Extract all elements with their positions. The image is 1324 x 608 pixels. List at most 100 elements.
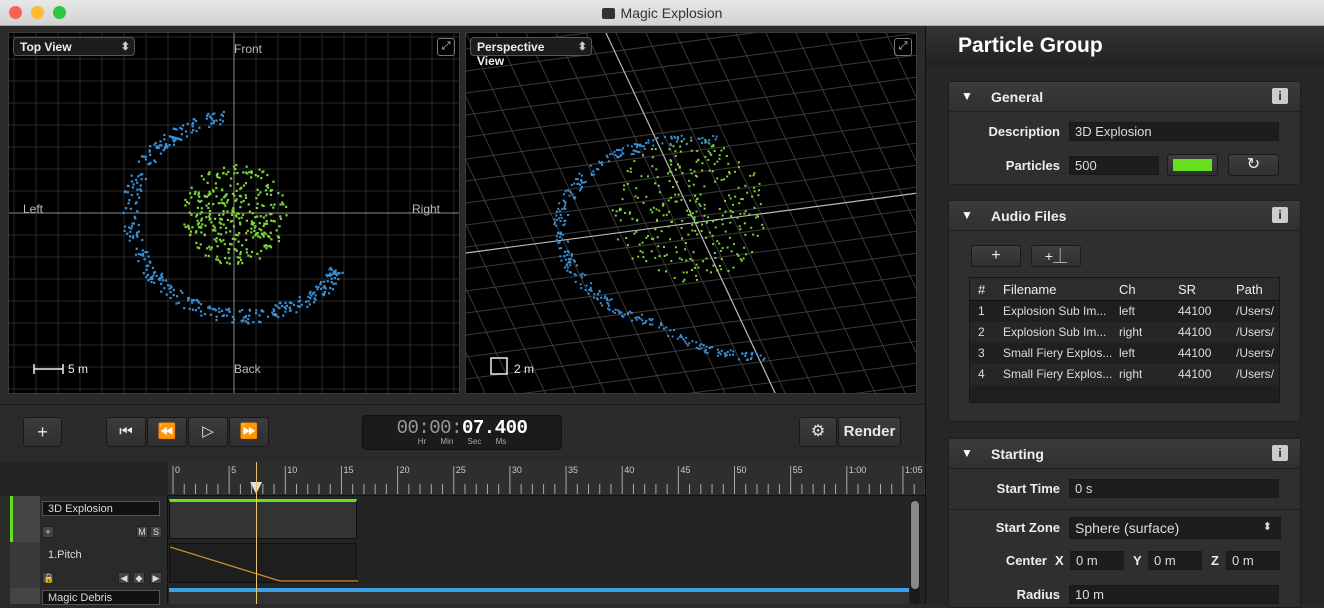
general-header[interactable]: ▼ General i [949, 82, 1300, 112]
ruler-tick-label: 45 [680, 465, 691, 475]
add-audio-channel-button[interactable]: +⏊ [1031, 245, 1081, 267]
particles-field[interactable]: 500 [1069, 156, 1159, 175]
next-keyframe-icon[interactable]: ▶ [150, 572, 162, 584]
description-label: Description [988, 124, 1060, 139]
center-y-label: Y [1133, 553, 1142, 568]
perspective-view-selector[interactable]: Perspective View [470, 37, 592, 68]
particle-color-swatch[interactable] [1167, 154, 1218, 176]
column-header-filename[interactable]: Filename [1003, 282, 1056, 297]
disclosure-triangle-icon[interactable]: ▼ [961, 208, 973, 222]
add-lane-button[interactable]: + [42, 526, 54, 538]
column-header-channel[interactable]: Ch [1119, 282, 1136, 297]
select-arrows-icon: ⬍ [1262, 521, 1272, 533]
table-row[interactable]: 3 Small Fiery Explos... left 44100/Users/ [970, 343, 1279, 364]
ruler-tick-label: 50 [736, 465, 747, 475]
timeline: 0 5 10 15 20 25 30 35 40 45 50 55 1:00 1:05 3D Explos… [0, 462, 925, 605]
table-cell: 3 [978, 346, 985, 360]
table-cell: 44100 [1178, 346, 1212, 360]
info-icon[interactable]: i [1272, 88, 1288, 104]
vertical-scrollbar[interactable] [910, 500, 920, 604]
region-3d-explosion[interactable] [169, 499, 357, 539]
table-row[interactable]: 4 Small Fiery Explos... right 44100/Users/ [970, 364, 1279, 385]
rewind-to-start-button[interactable]: ⏮ [106, 417, 146, 447]
starting-header[interactable]: ▼ Starting i [949, 439, 1300, 469]
add-keyframe-icon[interactable]: ◆ [133, 572, 145, 584]
disclosure-triangle-icon[interactable]: ▼ [961, 89, 973, 103]
ruler-tick-label: 1:00 [848, 465, 867, 475]
pitch-automation-lane[interactable] [169, 543, 358, 583]
time-ruler[interactable]: 0 5 10 15 20 25 30 35 40 45 50 55 1:00 1:05 [168, 462, 925, 496]
table-cell: left [1119, 346, 1136, 360]
table-cell: Explosion Sub Im... [1003, 304, 1107, 318]
center-x-label: X [1055, 553, 1064, 568]
region-magic-debris[interactable] [169, 588, 909, 604]
right-label: Right [412, 202, 441, 216]
add-button[interactable]: + [23, 417, 62, 447]
track-name-magic-debris[interactable]: Magic Debris [42, 590, 160, 605]
track-name-3d-explosion[interactable]: 3D Explosion [42, 501, 160, 516]
window-title: Magic Explosion [0, 5, 1324, 21]
table-cell: Explosion Sub Im... [1003, 325, 1107, 339]
lock-icon[interactable]: 🔒 [42, 572, 54, 584]
render-button[interactable]: Render [838, 417, 901, 447]
radius-field[interactable]: 10 m [1069, 585, 1279, 604]
start-zone-label: Start Zone [995, 520, 1060, 535]
previous-keyframe-icon[interactable]: ◀ [118, 572, 130, 584]
timecode-display: 00:00:07.400 Hr Min Sec Ms [362, 415, 562, 450]
ruler-tick-label: 15 [343, 465, 354, 475]
column-header-path[interactable]: Path [1236, 282, 1263, 297]
play-button[interactable]: ▷ [188, 417, 228, 447]
table-cell: 44100 [1178, 367, 1212, 381]
center-y-field[interactable]: 0 m [1148, 551, 1202, 570]
table-row[interactable]: 2 Explosion Sub Im... right 44100/Users/ [970, 322, 1279, 343]
back-label: Back [234, 362, 261, 376]
ruler-tick-label: 40 [624, 465, 635, 475]
ruler-tick-label: 30 [511, 465, 522, 475]
maximize-top-view-icon[interactable]: ⤢ [437, 38, 455, 56]
add-audio-file-button[interactable]: + [971, 245, 1021, 267]
solo-button[interactable]: S [150, 526, 162, 538]
table-cell: right [1119, 367, 1143, 381]
ruler-tick-label: 10 [287, 465, 298, 475]
disclosure-triangle-icon[interactable]: ▼ [961, 446, 973, 460]
front-label: Front [234, 42, 263, 56]
table-cell: left [1119, 304, 1136, 318]
perspective-view-canvas [466, 33, 916, 393]
maximize-perspective-view-icon[interactable]: ⤢ [894, 38, 912, 56]
center-x-field[interactable]: 0 m [1070, 551, 1124, 570]
top-view-selector[interactable]: Top View [13, 37, 135, 56]
table-cell: Small Fiery Explos... [1003, 367, 1113, 381]
perspective-view-viewport[interactable]: Perspective View ⤢ 2 m [465, 32, 917, 394]
settings-button[interactable]: ⚙ [799, 417, 837, 447]
column-header-number[interactable]: # [978, 282, 985, 297]
top-view-viewport[interactable]: Top View ⤢ Front Back Left Right 5 m [8, 32, 460, 394]
table-cell: 4 [978, 367, 985, 381]
general-section: ▼ General i Description 3D Explosion Parti… [948, 81, 1301, 185]
radius-label: Radius [1016, 587, 1060, 602]
inspector-panel: Particle Group ▼ General i Description 3D … [925, 26, 1324, 608]
reset-button[interactable]: ↻ [1228, 154, 1279, 176]
title-bar: Magic Explosion [0, 0, 1324, 26]
ruler-tick-label: 20 [399, 465, 410, 475]
start-zone-select[interactable]: Sphere (surface) ⬍ [1069, 517, 1281, 539]
description-field[interactable]: 3D Explosion [1069, 122, 1279, 141]
info-icon[interactable]: i [1272, 445, 1288, 461]
table-row[interactable]: 1 Explosion Sub Im... left 44100/Users/ [970, 301, 1279, 322]
fast-forward-button[interactable]: ⏩ [229, 417, 269, 447]
ruler-tick-label: 25 [455, 465, 466, 475]
table-cell: 2 [978, 325, 985, 339]
start-time-field[interactable]: 0 s [1069, 479, 1279, 498]
left-label: Left [23, 202, 44, 216]
column-header-samplerate[interactable]: SR [1178, 282, 1196, 297]
track-name-pitch[interactable]: 1.Pitch [48, 549, 82, 561]
table-cell: 44100 [1178, 325, 1212, 339]
audio-files-header[interactable]: ▼ Audio Files i [949, 201, 1300, 231]
playhead[interactable] [256, 462, 258, 604]
center-z-field[interactable]: 0 m [1226, 551, 1280, 570]
mute-button[interactable]: M [136, 526, 148, 538]
transport-bar: + ⏮ ⏪ ▷ ⏩ 00:00:07.400 Hr Min Sec Ms ⚙ R… [0, 404, 925, 462]
starting-section: ▼ Starting i Start Time 0 s Start Zone Sph… [948, 438, 1302, 608]
start-time-label: Start Time [996, 481, 1060, 496]
rewind-button[interactable]: ⏪ [147, 417, 187, 447]
info-icon[interactable]: i [1272, 207, 1288, 223]
